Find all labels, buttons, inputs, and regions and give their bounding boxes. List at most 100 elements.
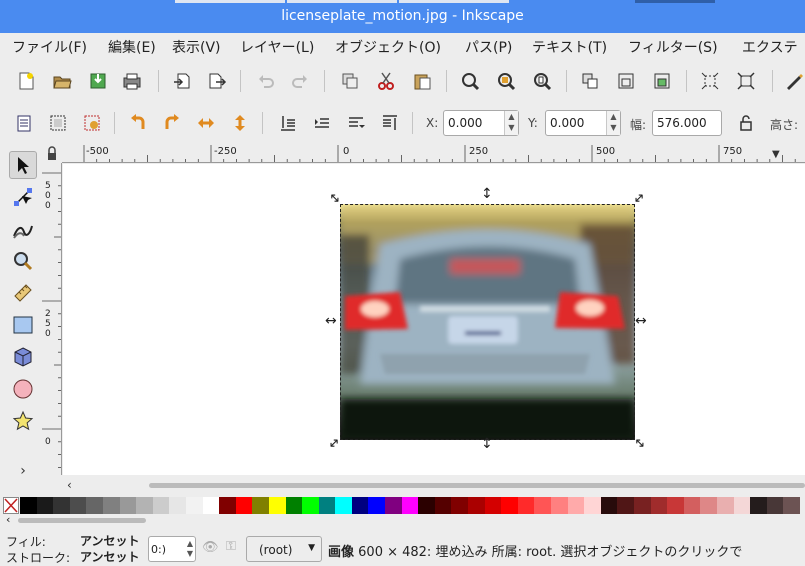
- import-icon[interactable]: [170, 69, 194, 93]
- flip-horizontal-icon[interactable]: [194, 111, 218, 135]
- palette-swatch[interactable]: [86, 497, 103, 514]
- hscroll-thumb[interactable]: [149, 483, 805, 488]
- opacity-spinbox[interactable]: 0:) ▲ ▼: [148, 536, 196, 562]
- palette-swatch[interactable]: [716, 497, 734, 514]
- tweak-tool-icon[interactable]: [11, 217, 35, 241]
- palette-swatch[interactable]: [501, 497, 518, 514]
- palette-swatch[interactable]: [136, 497, 153, 514]
- scroll-left-icon[interactable]: ‹: [67, 478, 72, 492]
- menu-file[interactable]: ファイル(F): [12, 37, 87, 57]
- raise-icon[interactable]: [344, 111, 368, 135]
- palette-swatch[interactable]: [69, 497, 87, 514]
- lock-icon[interactable]: [734, 111, 758, 135]
- layer-lock-icon[interactable]: ⚿: [226, 539, 236, 554]
- palette-swatch[interactable]: [102, 497, 120, 514]
- 3d-box-tool-icon[interactable]: [11, 345, 35, 369]
- duplicate-icon[interactable]: [338, 69, 362, 93]
- palette-swatch[interactable]: [451, 497, 469, 514]
- clone-icon[interactable]: [650, 69, 674, 93]
- palette-swatch[interactable]: [633, 497, 651, 514]
- palette-swatch[interactable]: [152, 497, 170, 514]
- redo-icon[interactable]: [288, 69, 312, 93]
- zoom-selection-icon[interactable]: [458, 69, 482, 93]
- rectangle-tool-icon[interactable]: [11, 313, 35, 337]
- menu-path[interactable]: パス(P): [465, 37, 512, 57]
- palette-swatch[interactable]: [351, 497, 369, 514]
- undo-icon[interactable]: [254, 69, 278, 93]
- palette-swatch[interactable]: [285, 497, 303, 514]
- palette-swatch[interactable]: [667, 497, 684, 514]
- save-icon[interactable]: [86, 69, 110, 93]
- deselect-icon[interactable]: [80, 111, 104, 135]
- pen-icon[interactable]: [782, 69, 805, 93]
- palette-swatch[interactable]: [235, 497, 253, 514]
- select-all-icon[interactable]: [12, 111, 36, 135]
- palette-swatch[interactable]: [683, 497, 701, 514]
- palette-swatch[interactable]: [617, 497, 634, 514]
- palette-swatch[interactable]: [185, 497, 203, 514]
- palette-swatch[interactable]: [53, 497, 70, 514]
- palette-swatch[interactable]: [700, 497, 717, 514]
- palette-swatch[interactable]: [302, 497, 319, 514]
- menu-filters[interactable]: フィルター(S): [628, 37, 718, 57]
- select-all-layers-icon[interactable]: [46, 111, 70, 135]
- palette-scroll-left-icon[interactable]: ‹: [6, 513, 10, 526]
- palette-swatch[interactable]: [600, 497, 618, 514]
- palette-swatch[interactable]: [468, 497, 485, 514]
- palette-swatch[interactable]: [169, 497, 186, 514]
- export-icon[interactable]: [205, 69, 229, 93]
- paste-icon[interactable]: [410, 69, 434, 93]
- palette-swatch[interactable]: [401, 497, 419, 514]
- palette-swatch[interactable]: [584, 497, 601, 514]
- print-icon[interactable]: [120, 69, 144, 93]
- palette-swatch[interactable]: [766, 497, 784, 514]
- open-icon[interactable]: [50, 69, 74, 93]
- measure-tool-icon[interactable]: [11, 281, 35, 305]
- x-spin-arrows[interactable]: ▲ ▼: [504, 111, 518, 135]
- palette-swatch[interactable]: [252, 497, 269, 514]
- palette-swatch[interactable]: [202, 497, 220, 514]
- fill-value[interactable]: アンセット: [80, 532, 140, 549]
- y-spin-arrows[interactable]: ▲ ▼: [606, 111, 620, 135]
- y-field[interactable]: 0.000 ▲ ▼: [545, 110, 621, 136]
- canvas-hscrollbar[interactable]: ‹: [63, 478, 805, 493]
- snap-icon[interactable]: [734, 69, 758, 93]
- palette-swatch[interactable]: [368, 497, 386, 514]
- ungroup-icon[interactable]: [614, 69, 638, 93]
- no-paint-swatch-icon[interactable]: [3, 497, 19, 514]
- star-tool-icon[interactable]: [11, 409, 35, 433]
- drawing-canvas[interactable]: ▬▬▬ ↔ ↕ ↔ ↔ ↔ ↔ ↕ ↔: [63, 164, 805, 475]
- cut-icon[interactable]: [374, 69, 398, 93]
- scale-handle-icon[interactable]: ↕: [481, 186, 493, 202]
- stroke-value[interactable]: アンセット: [80, 548, 140, 565]
- new-document-icon[interactable]: [14, 69, 38, 93]
- palette-swatch[interactable]: [36, 497, 54, 514]
- menu-view[interactable]: 表示(V): [172, 37, 221, 57]
- palette-swatch[interactable]: [434, 497, 452, 514]
- expand-tools-chevron-icon[interactable]: ›: [11, 459, 35, 483]
- palette-swatch[interactable]: [385, 497, 402, 514]
- zoom-tool-icon[interactable]: [11, 249, 35, 273]
- palette-scrollbar[interactable]: ‹: [0, 513, 805, 527]
- palette-swatch[interactable]: [20, 497, 37, 514]
- palette-swatch[interactable]: [268, 497, 286, 514]
- menu-object[interactable]: オブジェクト(O): [335, 37, 441, 57]
- node-tool-icon[interactable]: [11, 185, 35, 209]
- menu-extensions[interactable]: エクステ: [742, 37, 798, 57]
- zoom-page-icon[interactable]: [530, 69, 554, 93]
- scale-handle-icon[interactable]: ↕: [481, 436, 493, 452]
- group-icon[interactable]: [578, 69, 602, 93]
- raise-to-top-icon[interactable]: [378, 111, 402, 135]
- menu-layer[interactable]: レイヤー(L): [240, 37, 314, 57]
- node-align-icon[interactable]: [698, 69, 722, 93]
- lower-icon[interactable]: [310, 111, 334, 135]
- palette-swatch[interactable]: [551, 497, 568, 514]
- palette-swatch[interactable]: [650, 497, 668, 514]
- palette-swatch[interactable]: [733, 497, 751, 514]
- width-field[interactable]: 576.000: [652, 110, 722, 136]
- selector-arrow-icon[interactable]: [9, 151, 37, 179]
- palette-swatch[interactable]: [418, 497, 435, 514]
- flip-vertical-icon[interactable]: [228, 111, 252, 135]
- rotate-ccw-icon[interactable]: [126, 111, 150, 135]
- palette-swatch[interactable]: [219, 497, 236, 514]
